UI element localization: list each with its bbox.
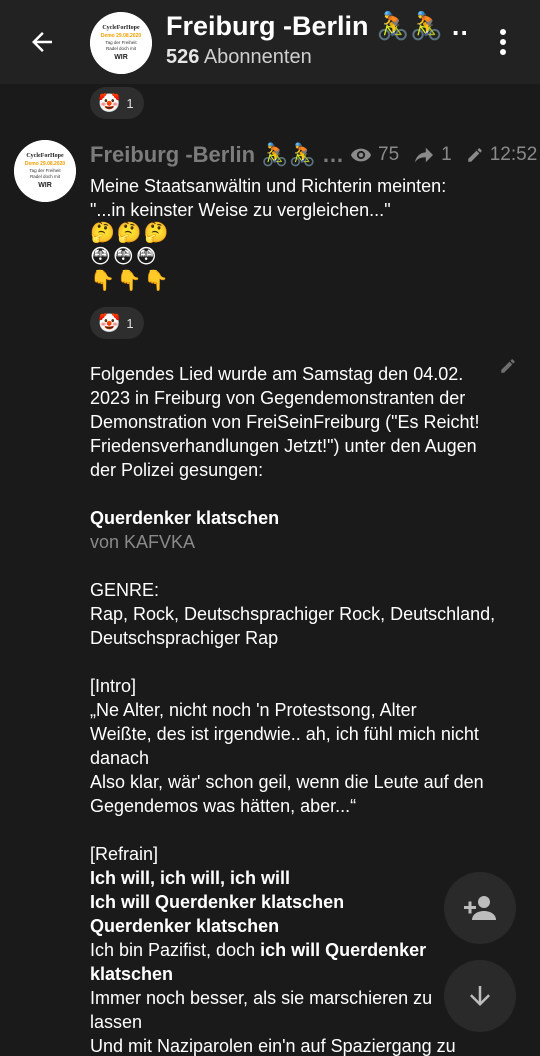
pointing-down-emoji: 👇 bbox=[90, 270, 115, 292]
lyric-line: Also klar, wär' schon geil, wenn die Leu… bbox=[90, 772, 484, 792]
intro-tag: [Intro] bbox=[90, 676, 137, 696]
reaction-chip-previous[interactable]: 🤡 1 bbox=[90, 87, 144, 119]
genre-line: Deutschsprachiger Rap bbox=[90, 628, 279, 648]
logo-line2: Demo 29.08.2020 bbox=[101, 33, 142, 39]
message-body: Folgendes Lied wurde am Samstag den 04.0… bbox=[90, 362, 496, 1056]
logo-line5: WIR bbox=[38, 182, 52, 189]
post-text-line-1: Meine Staatsanwältin und Richterin meint… bbox=[90, 176, 447, 196]
lyric-line: Und mit Naziparolen ein'n auf Spaziergan… bbox=[90, 1036, 456, 1056]
clown-emoji: 🤡 bbox=[98, 312, 121, 333]
channel-avatar[interactable]: CycleForHope Demo 29.08.2020 Tag der Fre… bbox=[90, 12, 152, 74]
refrain-bold-line: Querdenker klatschen bbox=[90, 916, 280, 936]
flushed-emoji: 😳 bbox=[112, 246, 134, 268]
song-artist: von KAFVKA bbox=[90, 532, 196, 552]
forwards-count: 1 bbox=[441, 144, 452, 165]
intro-line: Demonstration von FreiSeinFreiburg ("Es … bbox=[90, 412, 480, 432]
forward-arrow-icon bbox=[415, 147, 434, 163]
emoji-row-thinking: 🤔 🤔 🤔 bbox=[90, 220, 169, 245]
refrain-bold-part: ich will Querdenker bbox=[260, 940, 427, 960]
post-time: 12:52 bbox=[489, 144, 538, 165]
more-options-button[interactable] bbox=[488, 22, 518, 62]
post-meta: 75 1 12:52 bbox=[350, 144, 537, 166]
lyric-line: „Ne Alter, nicht noch 'n Protestsong, Al… bbox=[90, 700, 417, 720]
reaction-chip-post[interactable]: 🤡 1 bbox=[90, 307, 144, 339]
lyric-line: lassen bbox=[90, 1012, 143, 1032]
views-eye-icon bbox=[350, 148, 372, 162]
post-author-avatar[interactable]: CycleForHope Demo 29.08.2020 Tag der Fre… bbox=[14, 140, 76, 202]
reaction-count: 1 bbox=[126, 95, 134, 111]
logo-line1: CycleForHope bbox=[26, 153, 64, 159]
logo-line2: Demo 29.08.2020 bbox=[25, 161, 66, 167]
add-member-button[interactable] bbox=[444, 872, 516, 944]
more-vert-icon bbox=[500, 29, 506, 55]
logo-line3: Tag der Freiheit bbox=[105, 40, 137, 45]
post-text-line-2: "...in keinster Weise zu vergleichen..." bbox=[90, 200, 391, 220]
lyric-line: danach bbox=[90, 748, 150, 768]
views-count: 75 bbox=[378, 144, 400, 165]
refrain-bold-line: klatschen bbox=[90, 964, 174, 984]
refrain-tag: [Refrain] bbox=[90, 844, 159, 864]
intro-line: 2023 in Freiburg von Gegendemonstranten … bbox=[90, 388, 466, 408]
pointing-down-emoji: 👇 bbox=[116, 270, 142, 292]
refrain-normal-part: Ich bin Pazifist, doch bbox=[90, 940, 261, 960]
top-app-bar: CycleForHope Demo 29.08.2020 Tag der Fre… bbox=[0, 0, 540, 84]
flushed-emoji: 😳 bbox=[90, 246, 111, 268]
logo-line1: CycleForHope bbox=[102, 25, 140, 31]
subscriber-label: Abonnenten bbox=[203, 46, 312, 68]
lyric-line: Weißte, des ist irgendwie.. ah, ich fühl… bbox=[90, 724, 479, 744]
intro-line: der Polizei gesungen: bbox=[90, 460, 264, 480]
channel-logo-image: CycleForHope Demo 29.08.2020 Tag der Fre… bbox=[90, 12, 152, 74]
lyric-line: Gegendemos was hätten, aber...“ bbox=[90, 796, 357, 816]
arrow-back-icon bbox=[32, 32, 52, 52]
channel-logo-image: CycleForHope Demo 29.08.2020 Tag der Fre… bbox=[14, 140, 76, 202]
genre-label: GENRE: bbox=[90, 580, 160, 600]
clown-emoji: 🤡 bbox=[98, 92, 121, 113]
logo-line4: Radel doch mit bbox=[30, 174, 61, 179]
subscriber-count: 526 Abonnenten bbox=[166, 46, 312, 69]
refrain-bold-line: Ich will Querdenker klatschen bbox=[90, 892, 345, 912]
emoji-row-pointing: 👇 👇 👇 bbox=[90, 268, 169, 293]
emoji-row-flushed: 😳 😳 😳 bbox=[90, 244, 157, 269]
thinking-emoji: 🤔 bbox=[116, 222, 142, 244]
pointing-down-emoji: 👇 bbox=[143, 270, 169, 292]
lyric-line: Immer noch besser, als sie marschieren z… bbox=[90, 988, 433, 1008]
song-title: Querdenker klatschen bbox=[90, 508, 280, 528]
arrow-down-icon bbox=[470, 986, 490, 1006]
edited-pencil-icon bbox=[501, 359, 515, 373]
back-button[interactable] bbox=[20, 22, 64, 62]
genre-line: Rap, Rock, Deutschsprachiger Rock, Deuts… bbox=[90, 604, 496, 624]
reaction-count: 1 bbox=[126, 315, 134, 331]
subscriber-number: 526 bbox=[166, 46, 200, 68]
intro-line: Folgendes Lied wurde am Samstag den 04.0… bbox=[90, 364, 464, 384]
edited-pencil-icon bbox=[467, 148, 482, 162]
edited-marker bbox=[499, 357, 517, 380]
thinking-emoji: 🤔 bbox=[143, 222, 169, 244]
logo-line3: Tag der Freiheit bbox=[29, 168, 61, 173]
refrain-bold-line: Ich will, ich will, ich will bbox=[90, 868, 291, 888]
channel-title[interactable]: Freiburg -Berlin 🚴🚴 … bbox=[166, 10, 466, 42]
post-author-name[interactable]: Freiburg -Berlin 🚴🚴 … bbox=[90, 142, 344, 168]
scroll-down-button[interactable] bbox=[444, 960, 516, 1032]
flushed-emoji: 😳 bbox=[135, 246, 157, 268]
logo-line4: Radel doch mit bbox=[106, 46, 137, 51]
person-add-icon bbox=[464, 896, 496, 920]
thinking-emoji: 🤔 bbox=[90, 222, 115, 244]
logo-line5: WIR bbox=[114, 54, 128, 61]
intro-line: Friedensverhandlungen Jetzt!") unter den… bbox=[90, 436, 477, 456]
app-root: CycleForHope Demo 29.08.2020 Tag der Fre… bbox=[0, 0, 540, 1056]
